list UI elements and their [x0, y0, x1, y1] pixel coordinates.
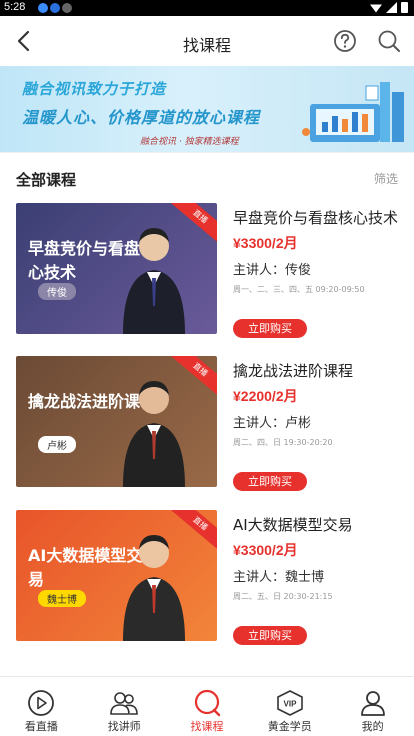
- buy-button[interactable]: 立即购买: [233, 626, 307, 645]
- tab-teachers[interactable]: 找讲师: [83, 677, 166, 736]
- course-title[interactable]: 早盘竞价与看盘核心技术: [233, 207, 398, 228]
- help-icon: [334, 30, 356, 52]
- tab-vip[interactable]: VIP 黄金学员: [248, 677, 331, 736]
- tab-mine[interactable]: 我的: [331, 677, 414, 736]
- course-schedule: 周一、二、三、四、五 09:20-09:50: [233, 285, 365, 294]
- status-time: 5:28: [4, 1, 26, 13]
- banner-headline: 融合视讯致力于打造: [22, 80, 167, 98]
- thumbnail-teacher-tag: 魏士博: [38, 590, 86, 607]
- search-icon: [378, 30, 400, 52]
- course-icon: [194, 689, 221, 717]
- tab-label: 看直播: [24, 720, 58, 733]
- filter-button[interactable]: 筛选: [374, 170, 398, 187]
- notification-icon: [62, 3, 72, 13]
- back-arrow-icon: [17, 30, 30, 52]
- course-teacher: 主讲人：卢彬: [233, 416, 312, 431]
- notification-icon: [38, 3, 48, 13]
- search-button[interactable]: [376, 28, 402, 54]
- battery-icon: [401, 2, 408, 13]
- notification-icon: [50, 3, 60, 13]
- course-teacher: 主讲人：传俊: [233, 263, 312, 278]
- status-icons: [370, 2, 408, 13]
- course-price: ¥3300/2月: [233, 542, 298, 558]
- thumbnail-teacher-tag: 传俊: [38, 283, 76, 300]
- course-teacher: 主讲人：魏士博: [233, 570, 325, 585]
- tab-label: 黄金学员: [267, 720, 312, 733]
- user-icon: [360, 691, 385, 716]
- buy-button[interactable]: 立即购买: [233, 472, 307, 491]
- status-bar: 5:28: [0, 0, 414, 16]
- teacher-photo: [123, 535, 185, 641]
- banner-illustration: [302, 82, 404, 142]
- teachers-icon: [110, 692, 138, 715]
- banner-footer: 融合视讯 · 独家精选课程: [140, 137, 239, 147]
- course-card[interactable]: AI大数据模型交易 魏士博 直播 AI大数据模型交易 ¥3300/2月 主讲人：…: [0, 510, 414, 650]
- tab-live[interactable]: 看直播: [0, 677, 83, 736]
- course-schedule: 周二、四、日 19:30-20:20: [233, 438, 333, 447]
- course-title[interactable]: AI大数据模型交易: [233, 514, 353, 535]
- course-title[interactable]: 擒龙战法进阶课程: [233, 360, 353, 381]
- section-title: 全部课程: [16, 171, 77, 189]
- course-price: ¥2200/2月: [233, 388, 298, 404]
- play-circle-icon: [28, 690, 55, 716]
- course-card[interactable]: 擒龙战法进阶课程 卢彬 直播 擒龙战法进阶课程 ¥2200/2月 主讲人：卢彬 …: [0, 356, 414, 496]
- tab-label: 找讲师: [107, 720, 141, 733]
- course-thumbnail[interactable]: AI大数据模型交易 魏士博 直播: [16, 510, 217, 641]
- banner-slogan: 温暖人心、价格厚道的放心课程: [22, 108, 261, 127]
- tab-label: 我的: [361, 720, 384, 733]
- buy-button[interactable]: 立即购买: [233, 319, 307, 338]
- back-button[interactable]: [12, 28, 38, 54]
- teacher-photo: [123, 381, 185, 487]
- thumbnail-teacher-tag: 卢彬: [38, 436, 76, 453]
- teacher-photo: [123, 228, 185, 334]
- tab-label: 找课程: [190, 720, 224, 733]
- course-thumbnail[interactable]: 擒龙战法进阶课程 卢彬 直播: [16, 356, 217, 487]
- vip-icon: VIP: [276, 690, 303, 716]
- bottom-tab-bar: 看直播 找讲师 找课程 VIP 黄金学员 我的: [0, 676, 414, 736]
- course-card[interactable]: 早盘竞价与看盘核心技术 传俊 直播 早盘竞价与看盘核心技术 ¥3300/2月 主…: [0, 203, 414, 343]
- course-thumbnail[interactable]: 早盘竞价与看盘核心技术 传俊 直播: [16, 203, 217, 334]
- wifi-icon: [370, 4, 382, 13]
- header: 找课程: [0, 16, 414, 66]
- help-button[interactable]: [332, 28, 358, 54]
- course-price: ¥3300/2月: [233, 235, 298, 251]
- tab-courses[interactable]: 找课程: [166, 677, 249, 736]
- promo-banner[interactable]: 融合视讯致力于打造 温暖人心、价格厚道的放心课程 融合视讯 · 独家精选课程: [0, 66, 414, 152]
- course-schedule: 周二、五、日 20:30-21:15: [233, 592, 333, 601]
- signal-icon: [386, 2, 397, 13]
- svg-text:VIP: VIP: [283, 700, 297, 709]
- course-section-header: 全部课程 筛选: [0, 152, 414, 194]
